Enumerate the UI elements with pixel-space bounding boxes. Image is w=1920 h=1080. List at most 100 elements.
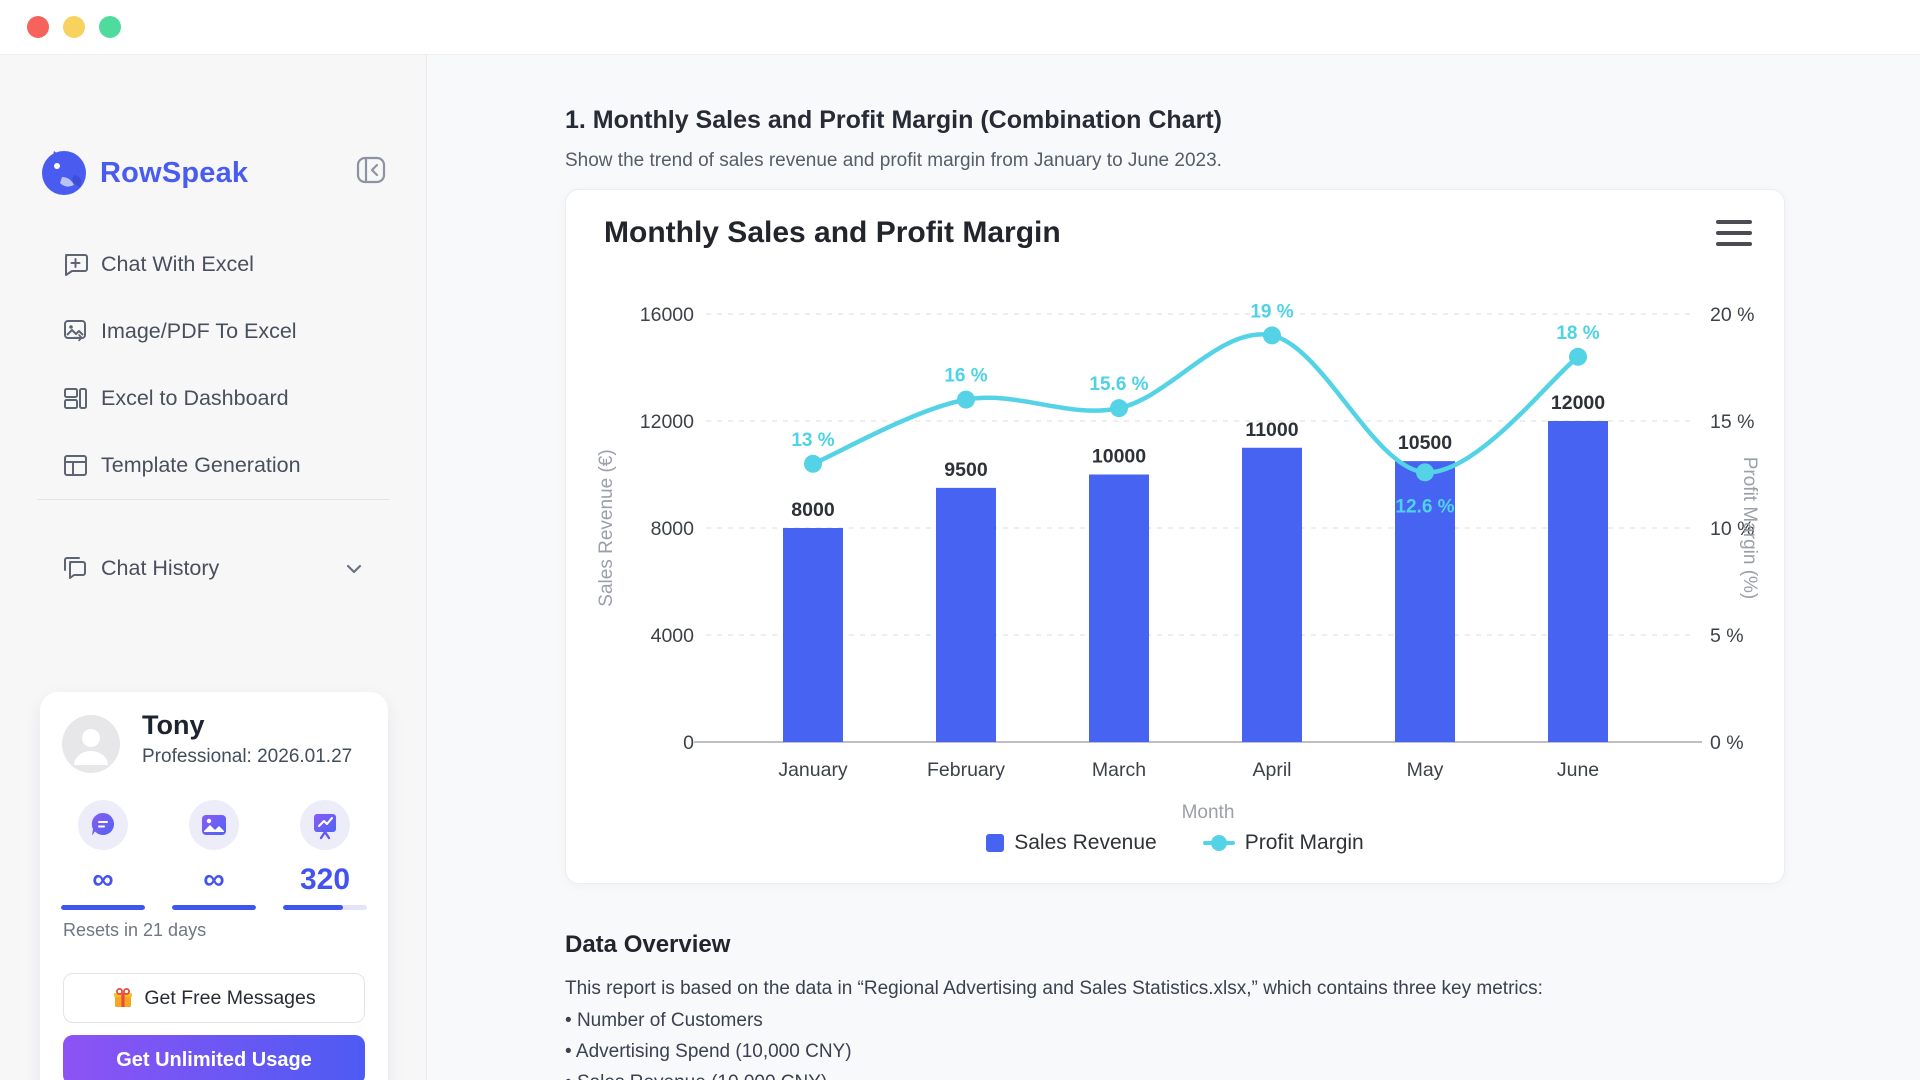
left-axis-tick: 0 [683, 732, 694, 754]
sidebar-item-label: Excel to Dashboard [101, 386, 289, 411]
sales-revenue-bar[interactable] [1242, 448, 1302, 742]
profit-margin-label: 13 % [791, 430, 834, 451]
sidebar-divider [37, 499, 389, 500]
combination-chart: 04000800012000160000 %5 %10 %15 %20 %Sal… [566, 190, 1786, 885]
profit-margin-point[interactable] [804, 455, 822, 473]
bar-value-label: 10000 [1092, 446, 1146, 468]
sidebar-item-label: Template Generation [101, 453, 301, 478]
profit-margin-label: 18 % [1556, 323, 1599, 344]
user-name: Tony [142, 710, 205, 741]
stat-progress [61, 905, 145, 910]
legend-label: Profit Margin [1245, 831, 1364, 855]
bar-value-label: 12000 [1551, 392, 1605, 414]
x-axis-tick: April [1252, 759, 1291, 781]
hamburger-icon [1716, 220, 1752, 224]
chevron-down-icon[interactable] [343, 558, 365, 580]
chart-menu-button[interactable] [1716, 220, 1752, 246]
get-unlimited-usage-button[interactable]: Get Unlimited Usage [63, 1035, 365, 1080]
stat-progress [172, 905, 256, 910]
avatar[interactable] [62, 715, 120, 773]
user-plan: Professional: 2026.01.27 [142, 746, 352, 768]
x-axis-tick: February [927, 759, 1005, 781]
legend-label: Sales Revenue [1014, 831, 1156, 855]
bar-value-label: 10500 [1398, 432, 1452, 454]
close-window-button[interactable] [27, 16, 49, 38]
bar-value-label: 8000 [791, 499, 835, 521]
sidebar-item-template-generation[interactable]: Template Generation [0, 432, 426, 499]
data-overview-intro: This report is based on the data in “Reg… [565, 978, 1665, 1000]
stat-chat-messages: ∞ [61, 800, 145, 910]
maximize-window-button[interactable] [99, 16, 121, 38]
chat-history-icon [62, 555, 89, 582]
person-icon [62, 715, 120, 773]
x-axis-title: Month [1182, 802, 1235, 823]
chart-usage-icon [300, 800, 350, 850]
line-series-swatch-icon [1203, 834, 1235, 852]
sidebar-menu: Chat With Excel Image/PDF To Excel Excel… [0, 231, 426, 499]
sales-revenue-bar[interactable] [783, 528, 843, 742]
sidebar-item-chat-history[interactable]: Chat History [0, 541, 427, 595]
sidebar-item-label: Image/PDF To Excel [101, 319, 297, 344]
data-overview-title: Data Overview [565, 931, 730, 959]
left-axis-tick: 8000 [651, 518, 695, 540]
gift-icon [112, 987, 134, 1009]
right-axis-tick: 20 % [1710, 304, 1754, 326]
legend-item-sales-revenue[interactable]: Sales Revenue [986, 831, 1156, 855]
bar-value-label: 11000 [1245, 419, 1298, 441]
right-axis-tick: 5 % [1710, 625, 1744, 647]
profit-margin-point[interactable] [957, 391, 975, 409]
sidebar-collapse-button[interactable] [356, 155, 386, 185]
profit-margin-point[interactable] [1263, 326, 1281, 344]
chart-legend: Sales Revenue Profit Margin [566, 831, 1784, 855]
chat-usage-icon [78, 800, 128, 850]
left-axis-tick: 4000 [651, 625, 695, 647]
resets-label: Resets in 21 days [63, 920, 206, 941]
x-axis-tick: June [1557, 759, 1599, 781]
window-controls [27, 16, 121, 38]
collapse-sidebar-icon [356, 155, 386, 185]
right-axis-title: Profit Margin (%) [1739, 457, 1760, 600]
image-usage-icon [189, 800, 239, 850]
sales-revenue-bar[interactable] [936, 488, 996, 742]
x-axis-tick: May [1407, 759, 1444, 781]
left-axis-title: Sales Revenue (€) [596, 449, 617, 606]
profit-margin-label: 12.6 % [1395, 496, 1454, 517]
chat-plus-icon [62, 251, 89, 278]
rowspeak-logo-icon [40, 149, 88, 197]
profit-margin-label: 16 % [944, 366, 987, 387]
get-unlimited-usage-label: Get Unlimited Usage [116, 1049, 312, 1072]
profit-margin-point[interactable] [1569, 348, 1587, 366]
chart-title: Monthly Sales and Profit Margin [604, 216, 1061, 250]
stat-value: 320 [300, 864, 350, 896]
get-free-messages-label: Get Free Messages [144, 987, 315, 1010]
chart-card: 04000800012000160000 %5 %10 %15 %20 %Sal… [565, 189, 1785, 884]
x-axis-tick: January [778, 759, 848, 781]
window-titlebar [0, 0, 1920, 55]
user-card: Tony Professional: 2026.01.27 ∞ [40, 692, 388, 1080]
brand-name: RowSpeak [100, 157, 248, 190]
sales-revenue-bar[interactable] [1089, 475, 1149, 743]
profit-margin-label: 19 % [1250, 301, 1293, 322]
sidebar-item-image-pdf-to-excel[interactable]: Image/PDF To Excel [0, 298, 426, 365]
legend-item-profit-margin[interactable]: Profit Margin [1203, 831, 1364, 855]
sidebar-item-chat-with-excel[interactable]: Chat With Excel [0, 231, 426, 298]
dashboard-icon [62, 385, 89, 412]
get-free-messages-button[interactable]: Get Free Messages [63, 973, 365, 1023]
profit-margin-point[interactable] [1416, 463, 1434, 481]
section-heading: 1. Monthly Sales and Profit Margin (Comb… [565, 106, 1222, 135]
profit-margin-label: 15.6 % [1089, 374, 1148, 395]
profit-margin-line[interactable] [813, 334, 1578, 472]
data-overview-list: Number of Customers Advertising Spend (1… [565, 1010, 852, 1080]
stat-value: ∞ [203, 864, 224, 896]
sales-revenue-bar[interactable] [1548, 421, 1608, 742]
template-icon [62, 452, 89, 479]
sidebar-item-excel-to-dashboard[interactable]: Excel to Dashboard [0, 365, 426, 432]
bar-value-label: 9500 [944, 459, 988, 481]
sidebar: RowSpeak Chat With Excel Image/PDF To [0, 55, 427, 1080]
profit-margin-point[interactable] [1110, 399, 1128, 417]
brand: RowSpeak [40, 149, 248, 197]
minimize-window-button[interactable] [63, 16, 85, 38]
image-convert-icon [62, 318, 89, 345]
sidebar-item-label: Chat With Excel [101, 252, 254, 277]
right-axis-tick: 15 % [1710, 411, 1754, 433]
